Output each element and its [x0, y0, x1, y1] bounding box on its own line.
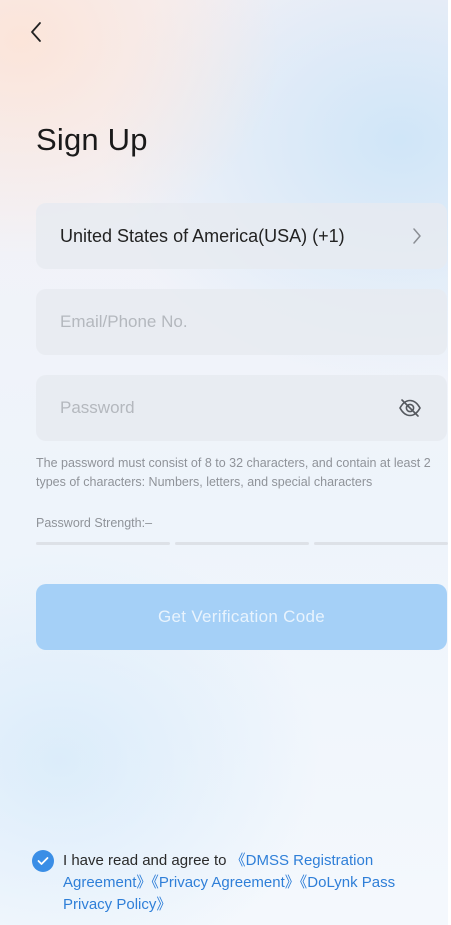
country-selector[interactable]: United States of America(USA) (+1) — [36, 203, 447, 269]
chevron-right-icon — [413, 228, 421, 244]
back-button[interactable] — [22, 18, 50, 46]
email-field[interactable] — [36, 289, 447, 355]
strength-bar-segment — [36, 542, 170, 545]
check-icon — [37, 857, 49, 865]
privacy-agreement-link[interactable]: 《Privacy Agreement》 — [151, 874, 299, 891]
agreement-text: I have read and agree to 《DMSS Registrat… — [63, 850, 442, 916]
strength-bar-segment — [314, 542, 448, 545]
password-field[interactable] — [36, 375, 447, 441]
password-hint: The password must consist of 8 to 32 cha… — [36, 456, 431, 489]
page-title: Sign Up — [36, 122, 148, 157]
agreement-checkbox[interactable] — [32, 850, 54, 872]
chevron-left-icon — [31, 22, 41, 42]
sign-up-screen: Sign Up United States of America(USA) (+… — [0, 0, 451, 925]
agreement-row: I have read and agree to 《DMSS Registrat… — [32, 850, 442, 916]
email-input[interactable] — [60, 312, 360, 332]
country-value: United States of America(USA) (+1) — [60, 225, 345, 246]
agreement-prefix: I have read and agree to — [63, 852, 231, 869]
password-strength-label: Password Strength:– — [36, 516, 153, 530]
eye-off-icon[interactable] — [397, 397, 423, 419]
password-input[interactable] — [60, 398, 360, 418]
strength-bar-segment — [175, 542, 309, 545]
get-verification-code-button[interactable]: Get Verification Code — [36, 584, 447, 650]
